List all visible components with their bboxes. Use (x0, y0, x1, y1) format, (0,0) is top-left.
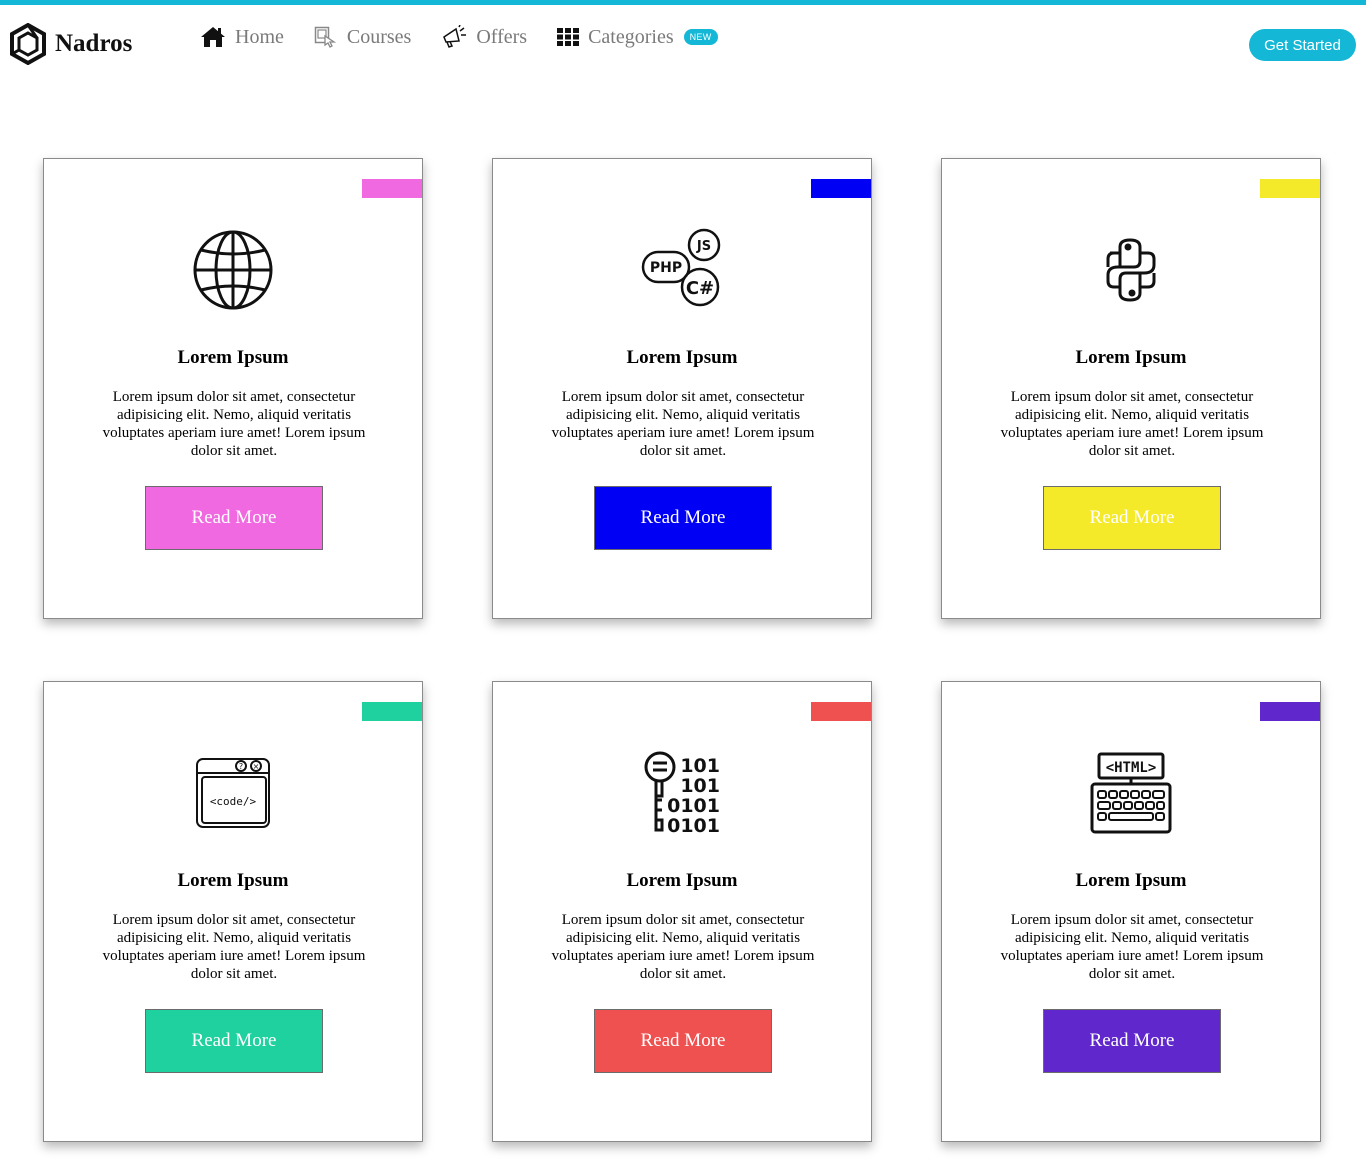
site-header: Nadros Home Courses Offers Categories NE… (0, 5, 1366, 85)
nav-offers[interactable]: Offers (441, 25, 527, 49)
course-card: PHP JS C# Lorem Ipsum Lorem ipsum dolor … (492, 158, 872, 619)
hexagon-logo-icon (10, 23, 46, 65)
card-icon-wrap: ? × <code/> (44, 748, 422, 838)
card-icon-wrap (942, 225, 1320, 315)
card-title: Lorem Ipsum (177, 870, 289, 891)
nav-categories-label: Categories (588, 25, 674, 48)
read-more-button[interactable]: Read More (1043, 1009, 1221, 1073)
card-description: Lorem ipsum dolor sit amet, consectetur … (1000, 912, 1264, 982)
course-card: Lorem Ipsum Lorem ipsum dolor sit amet, … (941, 158, 1321, 619)
nav-categories[interactable]: Categories NEW (557, 25, 718, 49)
nav-courses-label: Courses (346, 25, 412, 48)
csharp-label: C# (686, 278, 714, 299)
courses-icon (314, 26, 337, 48)
binary-key-icon: 101 101 0101 0101 (644, 751, 720, 836)
brand-name: Nadros (55, 30, 133, 57)
brand-logo[interactable]: Nadros (9, 23, 132, 65)
programming-languages-icon: PHP JS C# (641, 228, 721, 307)
card-icon-wrap (44, 225, 422, 315)
code-window-icon: ? × <code/> (196, 758, 270, 828)
card-icon-wrap: PHP JS C# (493, 225, 871, 315)
html-keyboard-icon: <HTML> (1090, 752, 1172, 834)
svg-text:×: × (253, 762, 260, 771)
read-more-button[interactable]: Read More (594, 1009, 772, 1073)
card-accent-tag (811, 179, 871, 198)
card-title: Lorem Ipsum (626, 347, 738, 368)
code-label: <code/> (210, 795, 257, 808)
html-label: <HTML> (1106, 760, 1157, 776)
megaphone-icon (443, 25, 467, 48)
card-icon-wrap: <HTML> (942, 748, 1320, 838)
course-card: Lorem Ipsum Lorem ipsum dolor sit amet, … (43, 158, 423, 619)
main-nav: Home Courses Offers Categories NEW (200, 25, 748, 49)
binary-line-2: 101 (680, 775, 720, 797)
course-card: ? × <code/> Lorem Ipsum Lorem ipsum dolo… (43, 681, 423, 1142)
card-accent-tag (362, 702, 422, 721)
read-more-button[interactable]: Read More (1043, 486, 1221, 550)
read-more-button[interactable]: Read More (145, 1009, 323, 1073)
php-label: PHP (650, 260, 682, 276)
globe-icon (193, 230, 273, 310)
binary-line-3: 0101 (667, 795, 720, 817)
card-description: Lorem ipsum dolor sit amet, consectetur … (1000, 389, 1264, 459)
js-label: JS (696, 239, 711, 254)
card-icon-wrap: 101 101 0101 0101 (493, 748, 871, 838)
card-accent-tag (811, 702, 871, 721)
svg-text:?: ? (239, 762, 243, 771)
card-description: Lorem ipsum dolor sit amet, consectetur … (551, 912, 815, 982)
nav-home-label: Home (235, 25, 284, 48)
card-title: Lorem Ipsum (1075, 870, 1187, 891)
grid-icon (557, 28, 580, 46)
card-title: Lorem Ipsum (177, 347, 289, 368)
card-accent-tag (362, 179, 422, 198)
card-title: Lorem Ipsum (1075, 347, 1187, 368)
get-started-button[interactable]: Get Started (1249, 29, 1356, 61)
course-card: <HTML> Lorem Ipsum Lorem ipsum dolor sit… (941, 681, 1321, 1142)
card-description: Lorem ipsum dolor sit amet, consectetur … (102, 912, 366, 982)
nav-courses[interactable]: Courses (314, 26, 411, 49)
python-icon (1106, 238, 1156, 302)
nav-home[interactable]: Home (200, 26, 284, 49)
card-accent-tag (1260, 179, 1320, 198)
course-card: 101 101 0101 0101 Lorem Ipsum Lorem ipsu… (492, 681, 872, 1142)
binary-line-1: 101 (680, 755, 720, 777)
read-more-button[interactable]: Read More (145, 486, 323, 550)
card-description: Lorem ipsum dolor sit amet, consectetur … (102, 389, 366, 459)
card-title: Lorem Ipsum (626, 870, 738, 891)
home-icon (201, 27, 225, 47)
nav-offers-label: Offers (476, 25, 528, 48)
card-accent-tag (1260, 702, 1320, 721)
new-badge: NEW (683, 29, 718, 45)
read-more-button[interactable]: Read More (594, 486, 772, 550)
binary-line-4: 0101 (667, 815, 720, 836)
card-description: Lorem ipsum dolor sit amet, consectetur … (551, 389, 815, 459)
